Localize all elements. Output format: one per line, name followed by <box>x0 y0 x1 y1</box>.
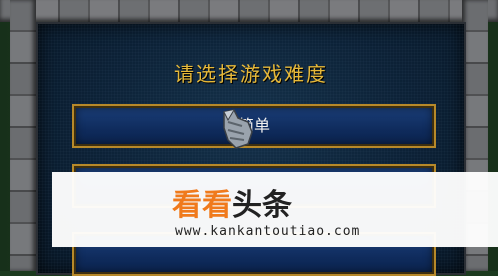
watermark-banner: 看看头条 www.kankantoutiao.com <box>52 172 498 247</box>
watermark-url: www.kankantoutiao.com <box>175 224 361 239</box>
watermark-logo: 看看头条 <box>172 180 292 224</box>
dialog-title: 请选择游戏难度 <box>174 62 328 86</box>
stone-pillar-left <box>10 0 36 271</box>
gauntlet-cursor-icon <box>223 109 253 149</box>
watermark-logo-part1: 看看 <box>172 188 232 223</box>
watermark-logo-part2: 头条 <box>232 188 292 223</box>
stone-wall-top <box>0 0 498 22</box>
